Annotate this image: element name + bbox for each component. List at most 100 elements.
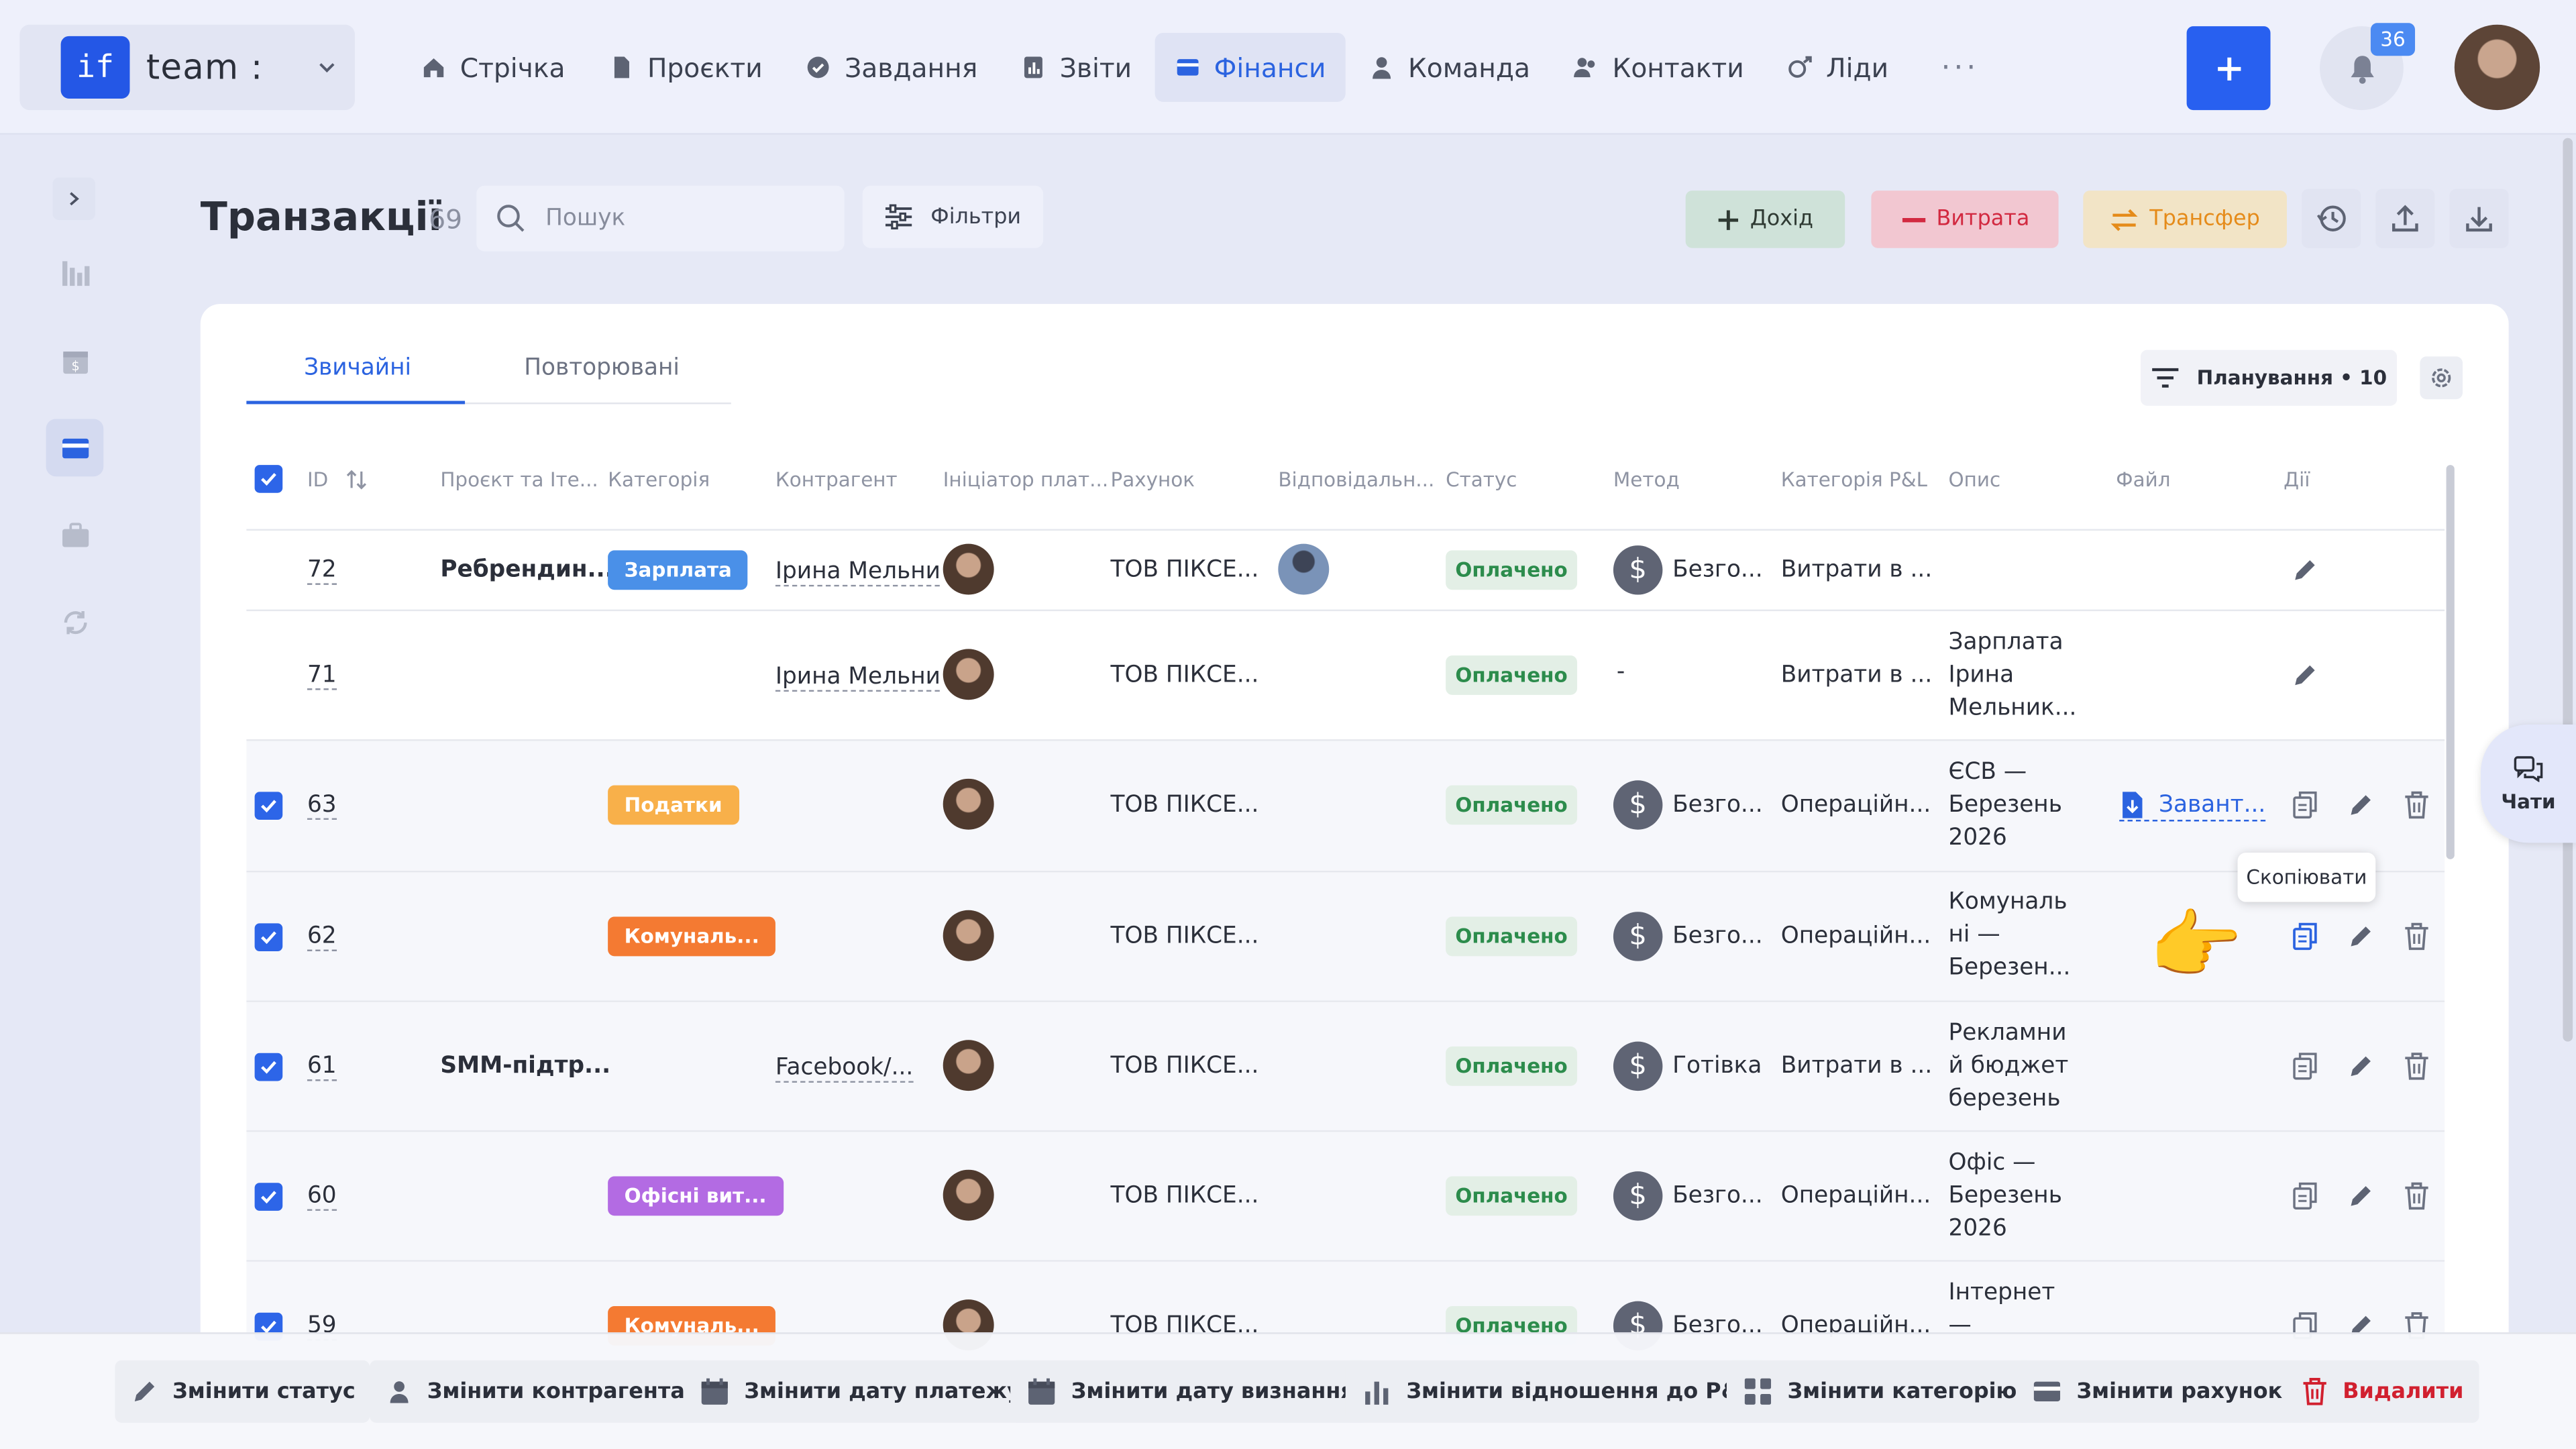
column-header-status[interactable]: Статус [1446, 468, 1517, 491]
report-icon [1024, 56, 1043, 78]
method-label: Безго... [1672, 557, 1763, 584]
change-payment-date-button[interactable]: Змінити дату платежу [683, 1360, 1036, 1423]
change-pl-relation-button[interactable]: Змінити відношення до P&L [1345, 1360, 1768, 1423]
change-category-button[interactable]: Змінити категорію [1726, 1360, 2032, 1423]
column-header-contractor[interactable]: Контрагент [775, 468, 898, 491]
change-contractor-button[interactable]: Змінити контрагента [370, 1360, 700, 1423]
table-settings-button[interactable] [2420, 356, 2463, 400]
tab-recurring[interactable]: Повторювані [524, 355, 680, 381]
table-row[interactable] [246, 872, 2445, 1001]
copy-button[interactable] [2288, 920, 2321, 953]
row-id[interactable]: 71 [307, 663, 337, 690]
column-header-initiator[interactable]: Ініціатор плат... [943, 468, 1108, 491]
export-button[interactable] [2375, 189, 2435, 248]
sidebar-item-recurring[interactable] [46, 593, 104, 651]
sidebar-item-calendar[interactable]: $ [46, 332, 104, 390]
row-contractor[interactable]: Ірина Мельни [775, 663, 941, 692]
edit-button[interactable] [2345, 1179, 2377, 1212]
copy-button[interactable] [2288, 1179, 2321, 1212]
table-row[interactable] [246, 741, 2445, 871]
contacts-icon [1574, 58, 1596, 78]
row-id[interactable]: 60 [307, 1184, 337, 1211]
workspace-switcher[interactable]: if team : [19, 24, 355, 111]
plus-icon [1719, 209, 1739, 229]
row-checkbox[interactable] [254, 1053, 283, 1081]
delete-button[interactable] [2400, 789, 2433, 822]
nav-finance[interactable]: Фінанси [1155, 32, 1346, 102]
workspace-name: team : [146, 48, 264, 87]
row-id[interactable]: 63 [307, 793, 337, 820]
nav-reports[interactable]: Звіти [1001, 33, 1152, 102]
sort-lines-icon [2152, 368, 2179, 388]
column-header-pl-category[interactable]: Категорія P&L [1781, 468, 1927, 491]
row-checkbox[interactable] [254, 1183, 283, 1211]
column-header-category[interactable]: Категорія [608, 468, 710, 491]
copy-button[interactable] [2288, 1050, 2321, 1083]
bulk-delete-button[interactable]: Видалити [2285, 1360, 2479, 1423]
row-contractor[interactable]: Facebook/... [775, 1055, 914, 1083]
column-header-method[interactable]: Метод [1613, 468, 1680, 491]
row-contractor[interactable]: Ірина Мельни [775, 559, 941, 587]
column-header-responsible[interactable]: Відповідальн... [1278, 468, 1434, 491]
sidebar-item-transactions[interactable] [46, 419, 104, 477]
chats-button[interactable]: Чати [2480, 724, 2576, 843]
sidebar-item-analytics[interactable] [46, 243, 104, 301]
delete-button[interactable] [2400, 920, 2433, 953]
copy-button[interactable] [2288, 789, 2321, 822]
sidebar-item-portfolio[interactable] [46, 506, 104, 564]
nav-tasks[interactable]: Завдання [786, 33, 998, 102]
edit-button[interactable] [2345, 1050, 2377, 1083]
check-icon [261, 1191, 276, 1204]
change-account-button[interactable]: Змінити рахунок [2015, 1360, 2298, 1423]
nav-projects[interactable]: Проєкти [588, 33, 782, 102]
row-description: ЄСВ — Березень 2026 [1948, 759, 2062, 851]
filters-button[interactable]: Фільтри [862, 185, 1044, 248]
user-avatar[interactable] [2454, 24, 2540, 111]
row-id[interactable]: 61 [307, 1054, 337, 1081]
nav-leads[interactable]: Ліди [1767, 33, 1908, 102]
change-recognition-date-button[interactable]: Змінити дату визнання [1010, 1360, 1369, 1423]
delete-button[interactable] [2400, 1050, 2433, 1083]
tab-regular[interactable]: Звичайні [304, 355, 411, 381]
category-tag: Зарплата [608, 550, 749, 590]
row-pl-category: Операційн... [1780, 923, 1931, 950]
add-transfer-button[interactable]: Трансфер [2083, 191, 2288, 248]
edit-button[interactable] [2345, 920, 2377, 953]
search-box[interactable] [476, 185, 845, 252]
add-expense-button[interactable]: Витрата [1871, 191, 2059, 248]
create-button[interactable] [2186, 26, 2271, 111]
wallet-icon [1177, 59, 1199, 76]
row-checkbox[interactable] [254, 792, 283, 820]
row-id[interactable]: 72 [307, 557, 337, 585]
table-row[interactable] [246, 1132, 2445, 1260]
search-input[interactable] [545, 205, 808, 232]
nav-feed[interactable]: Стрічка [401, 33, 585, 102]
delete-button[interactable] [2400, 1179, 2433, 1212]
planning-button[interactable]: Планування • 10 [2141, 350, 2398, 406]
add-income-button[interactable]: Дохід [1685, 191, 1845, 248]
edit-button[interactable] [2345, 789, 2377, 822]
history-button[interactable] [2302, 189, 2361, 248]
page-scrollbar[interactable] [2563, 138, 2573, 1042]
sort-icon[interactable] [345, 468, 368, 491]
nav-label: Завдання [845, 52, 978, 83]
edit-button[interactable] [2288, 659, 2321, 692]
column-header-id[interactable]: ID [307, 468, 328, 491]
edit-button[interactable] [2288, 553, 2321, 586]
column-header-account[interactable]: Рахунок [1111, 468, 1195, 491]
more-nav-button[interactable]: ··· [1941, 50, 1979, 85]
sidebar-expand-button[interactable] [52, 177, 96, 221]
row-method: $ Безго... [1613, 780, 1763, 830]
change-status-button[interactable]: Змінити статус [115, 1360, 370, 1423]
nav-team[interactable]: Команда [1349, 33, 1550, 102]
row-id[interactable]: 62 [307, 924, 337, 951]
select-all-checkbox[interactable] [254, 465, 283, 493]
column-header-file[interactable]: Файл [2116, 468, 2170, 491]
column-header-description[interactable]: Опис [1949, 468, 2001, 491]
row-checkbox[interactable] [254, 923, 283, 951]
nav-contacts[interactable]: Контакти [1553, 33, 1764, 102]
table-scrollbar[interactable] [2446, 465, 2455, 859]
file-download-link[interactable]: Завант... [2119, 790, 2266, 822]
import-button[interactable] [2449, 189, 2509, 248]
column-header-project[interactable]: Проєкт та Іте... [440, 468, 598, 491]
